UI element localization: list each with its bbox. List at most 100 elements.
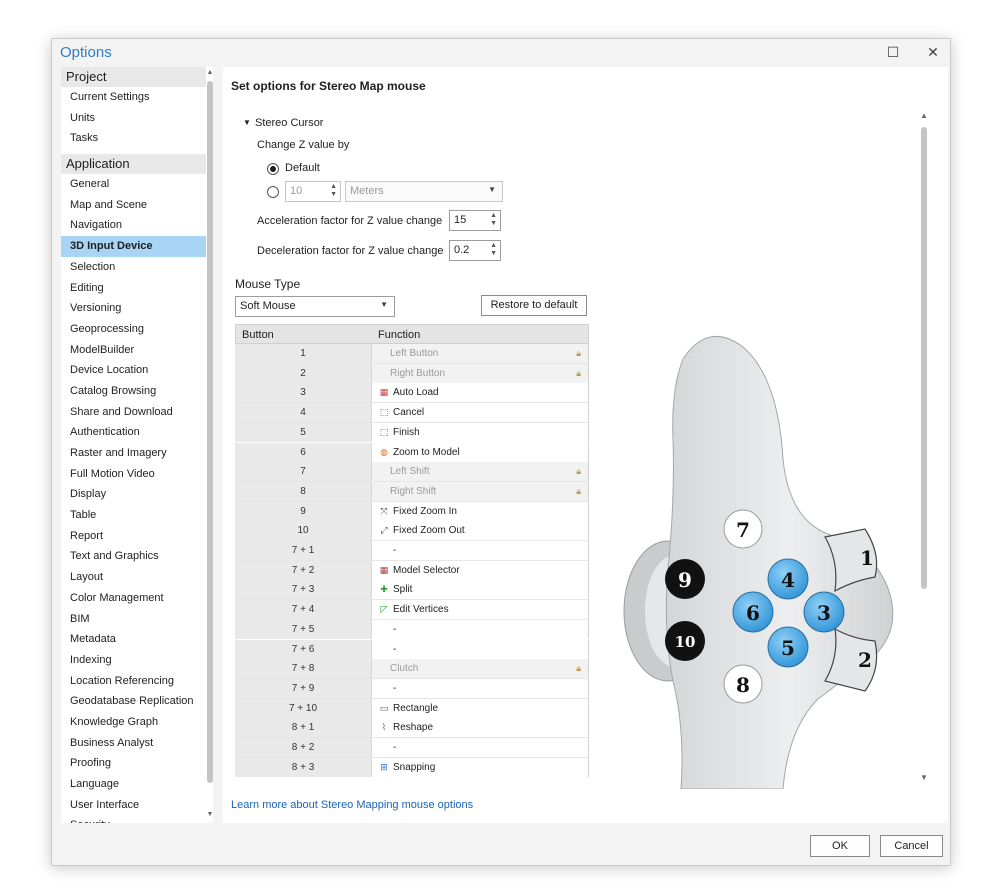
- table-row[interactable]: 7 + 3 ✚ Split: [235, 580, 589, 601]
- table-row[interactable]: 8 + 3 ⊞ Snapping: [235, 757, 589, 778]
- panel-scroll-thumb[interactable]: [921, 127, 927, 589]
- table-row[interactable]: 7 + 2 ▦ Model Selector: [235, 560, 589, 581]
- mouse-type-select[interactable]: Soft Mouse ▼: [235, 296, 395, 317]
- table-row[interactable]: 6 ◍ Zoom to Model: [235, 442, 589, 463]
- restore-default-button[interactable]: Restore to default: [481, 295, 587, 316]
- stereo-mouse-image: 1 2 3 4 5 6 7 8 9 10: [623, 336, 894, 789]
- table-row[interactable]: 7 + 10 ▭ Rectangle: [235, 698, 589, 719]
- table-row[interactable]: 8 Right Shift 🔒︎: [235, 481, 589, 502]
- function-cell[interactable]: ⌇ Reshape: [372, 718, 589, 738]
- learn-more-link[interactable]: Learn more about Stereo Mapping mouse op…: [231, 799, 473, 811]
- sidebar-item-indexing[interactable]: Indexing: [61, 650, 206, 671]
- table-row[interactable]: 7 + 6 -: [235, 639, 589, 660]
- table-row[interactable]: 7 + 1 -: [235, 541, 589, 561]
- table-row[interactable]: 7 + 9 -: [235, 678, 589, 699]
- sidebar-item-3d-input-device[interactable]: 3D Input Device: [61, 236, 206, 257]
- sidebar-item-raster-and-imagery[interactable]: Raster and Imagery: [61, 443, 206, 464]
- function-cell[interactable]: ▦ Auto Load: [372, 383, 589, 403]
- table-row[interactable]: 8 + 1 ⌇ Reshape: [235, 718, 589, 738]
- custom-z-unit-select[interactable]: Meters ▼: [345, 181, 503, 202]
- radio-default[interactable]: [267, 163, 279, 175]
- radio-custom[interactable]: [267, 186, 279, 198]
- sidebar-item-modelbuilder[interactable]: ModelBuilder: [61, 340, 206, 361]
- sidebar-item-bim[interactable]: BIM: [61, 609, 206, 630]
- chevron-up-icon[interactable]: ▲: [920, 111, 928, 120]
- close-button[interactable]: ✕: [918, 41, 948, 63]
- table-row[interactable]: 3 ▦ Auto Load: [235, 383, 589, 404]
- table-row[interactable]: 2 Right Button 🔒︎: [235, 363, 589, 384]
- function-cell[interactable]: ⤧ Fixed Zoom In: [372, 501, 589, 521]
- sidebar-item-share-and-download[interactable]: Share and Download: [61, 402, 206, 423]
- sidebar-item-business-analyst[interactable]: Business Analyst: [61, 733, 206, 754]
- sidebar-item-geodatabase-replication[interactable]: Geodatabase Replication: [61, 691, 206, 712]
- sidebar-item-language[interactable]: Language: [61, 774, 206, 795]
- deceleration-input[interactable]: 0.2 ▲ ▼: [449, 240, 501, 261]
- sidebar-item-catalog-browsing[interactable]: Catalog Browsing: [61, 381, 206, 402]
- table-row[interactable]: 5 ⬚ Finish: [235, 422, 589, 443]
- sidebar-item-layout[interactable]: Layout: [61, 567, 206, 588]
- table-row[interactable]: 9 ⤧ Fixed Zoom In: [235, 501, 589, 522]
- sidebar-item-location-referencing[interactable]: Location Referencing: [61, 671, 206, 692]
- sidebar-item-selection[interactable]: Selection: [61, 257, 206, 278]
- sidebar-item-current-settings[interactable]: Current Settings: [61, 87, 206, 108]
- sidebar-item-text-and-graphics[interactable]: Text and Graphics: [61, 546, 206, 567]
- function-cell[interactable]: ▭ Rectangle: [372, 698, 589, 718]
- chevron-down-icon[interactable]: ▼: [206, 811, 213, 818]
- function-label: -: [393, 682, 397, 694]
- sidebar-item-display[interactable]: Display: [61, 484, 206, 505]
- table-row[interactable]: 7 + 5 -: [235, 619, 589, 640]
- function-cell[interactable]: ⬚ Cancel: [372, 403, 589, 423]
- maximize-button[interactable]: ☐: [878, 41, 908, 63]
- function-cell[interactable]: -: [372, 639, 589, 659]
- sidebar-item-user-interface[interactable]: User Interface: [61, 795, 206, 816]
- sidebar-item-versioning[interactable]: Versioning: [61, 298, 206, 319]
- sidebar-scrollbar[interactable]: ▲ ▼: [206, 67, 213, 823]
- mouse-label-5: 5: [781, 636, 795, 660]
- sidebar-item-color-management[interactable]: Color Management: [61, 588, 206, 609]
- sidebar-item-knowledge-graph[interactable]: Knowledge Graph: [61, 712, 206, 733]
- options-dialog: Options ☐ ✕ Project Current Settings Units…: [51, 38, 951, 866]
- sidebar-item-geoprocessing[interactable]: Geoprocessing: [61, 319, 206, 340]
- function-cell[interactable]: ⬚ Finish: [372, 422, 589, 442]
- table-row[interactable]: 10 ⤢ Fixed Zoom Out: [235, 521, 589, 541]
- function-cell[interactable]: ✚ Split: [372, 580, 589, 600]
- table-row[interactable]: 8 + 2 -: [235, 738, 589, 758]
- cancel-button[interactable]: Cancel: [880, 835, 943, 857]
- function-cell[interactable]: ⊞ Snapping: [372, 757, 589, 777]
- function-cell[interactable]: -: [372, 541, 589, 560]
- sidebar-scroll-thumb[interactable]: [207, 81, 213, 783]
- function-cell[interactable]: ▦ Model Selector: [372, 560, 589, 580]
- sidebar-item-table[interactable]: Table: [61, 505, 206, 526]
- sidebar-item-general[interactable]: General: [61, 174, 206, 195]
- sidebar-item-map-and-scene[interactable]: Map and Scene: [61, 195, 206, 216]
- sidebar-item-editing[interactable]: Editing: [61, 278, 206, 299]
- sidebar-item-units[interactable]: Units: [61, 108, 206, 129]
- table-row[interactable]: 1 Left Button 🔒︎: [235, 344, 589, 364]
- custom-z-value-input[interactable]: 10 ▲ ▼: [285, 181, 341, 202]
- sidebar-item-security[interactable]: Security: [61, 815, 206, 823]
- sidebar-item-authentication[interactable]: Authentication: [61, 422, 206, 443]
- function-cell[interactable]: -: [372, 738, 589, 757]
- sidebar-item-full-motion-video[interactable]: Full Motion Video: [61, 464, 206, 485]
- function-cell[interactable]: -: [372, 619, 589, 639]
- sidebar-item-tasks[interactable]: Tasks: [61, 128, 206, 149]
- function-cell[interactable]: -: [372, 678, 589, 698]
- ok-button[interactable]: OK: [810, 835, 870, 857]
- table-row[interactable]: 7 Left Shift 🔒︎: [235, 462, 589, 482]
- acceleration-input[interactable]: 15 ▲ ▼: [449, 210, 501, 231]
- sidebar-item-navigation[interactable]: Navigation: [61, 215, 206, 236]
- chevron-up-icon[interactable]: ▲: [206, 69, 213, 76]
- sidebar-item-report[interactable]: Report: [61, 526, 206, 547]
- table-row[interactable]: 4 ⬚ Cancel: [235, 403, 589, 423]
- sidebar-item-metadata[interactable]: Metadata: [61, 629, 206, 650]
- function-cell[interactable]: ◸ Edit Vertices: [372, 600, 589, 620]
- sidebar-item-proofing[interactable]: Proofing: [61, 753, 206, 774]
- chevron-down-icon[interactable]: ▼: [920, 773, 928, 782]
- panel-scrollbar[interactable]: ▲ ▼: [919, 109, 929, 785]
- sidebar-item-device-location[interactable]: Device Location: [61, 360, 206, 381]
- table-row[interactable]: 7 + 8 Clutch 🔒︎: [235, 659, 589, 679]
- function-cell[interactable]: ⤢ Fixed Zoom Out: [372, 521, 589, 541]
- function-cell: Clutch 🔒︎: [372, 659, 589, 679]
- table-row[interactable]: 7 + 4 ◸ Edit Vertices: [235, 600, 589, 620]
- function-cell[interactable]: ◍ Zoom to Model: [372, 442, 589, 462]
